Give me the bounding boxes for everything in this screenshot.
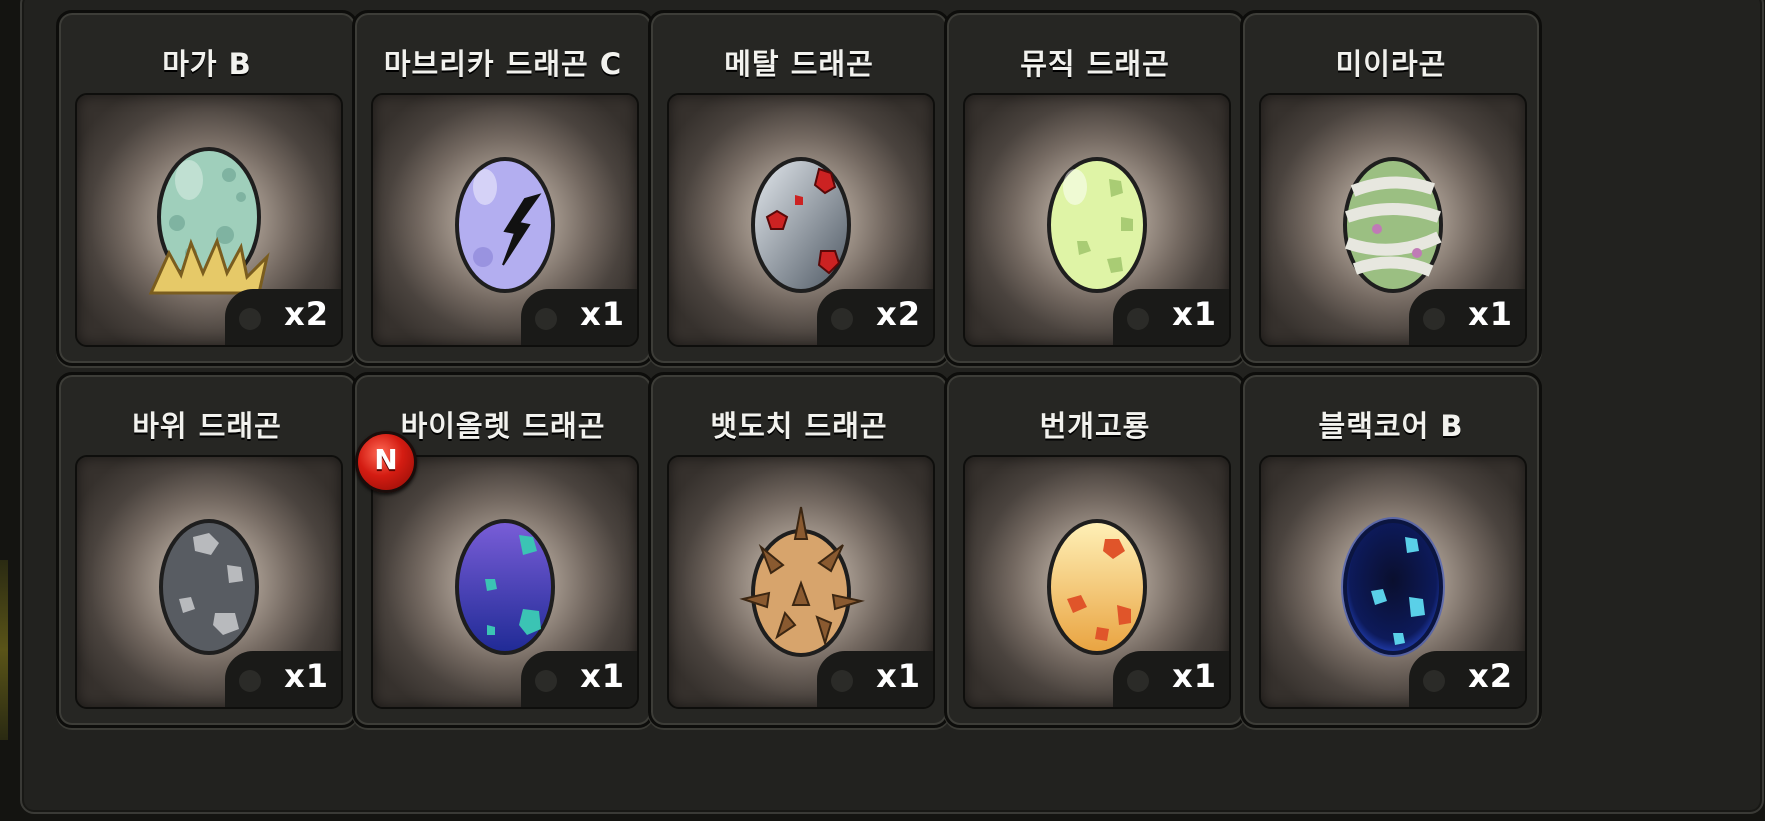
egg-card[interactable]: 메탈 드래곤 x2: [648, 10, 950, 366]
egg-slot: x1: [1259, 93, 1527, 347]
music-egg-icon: [1047, 157, 1147, 293]
quantity-badge: x1: [1113, 289, 1229, 345]
spiky-egg-icon: [739, 506, 865, 657]
egg-name: 미이라곤: [1335, 47, 1447, 81]
egg-card[interactable]: 뮤직 드래곤 x1: [944, 10, 1246, 366]
egg-name: 번개고룡: [1039, 409, 1151, 443]
egg-name: 뱃도치 드래곤: [710, 409, 888, 443]
egg-slot: x2: [667, 93, 935, 347]
egg-slot: x1: [371, 455, 639, 709]
egg-card[interactable]: 바이올렛 드래곤 N x1: [352, 372, 654, 728]
egg-slot: x2: [75, 93, 343, 347]
quantity-badge: x2: [225, 289, 341, 345]
egg-card[interactable]: 뱃도치 드래곤 x1: [648, 372, 950, 728]
grass-nest-egg-icon: [148, 147, 270, 295]
egg-slot: x1: [371, 93, 639, 347]
egg-name: 블랙코어 B: [1318, 409, 1464, 443]
quantity-badge: x1: [521, 289, 637, 345]
violet-egg-icon: [455, 519, 555, 655]
quantity-badge: x2: [1409, 651, 1525, 707]
egg-name: 마브리카 드래곤 C: [383, 47, 623, 81]
egg-card[interactable]: 번개고룡 x1: [944, 372, 1246, 728]
egg-name: 바위 드래곤: [132, 409, 282, 443]
cracked-egg-icon: [455, 157, 555, 293]
egg-card[interactable]: 블랙코어 B x2: [1240, 372, 1542, 728]
lightning-egg-icon: [1047, 519, 1147, 655]
side-edge-decoration: [0, 560, 8, 740]
egg-name: 메탈 드래곤: [724, 47, 874, 81]
quantity-text: x1: [580, 657, 625, 695]
quantity-text: x2: [876, 295, 921, 333]
egg-name: 마가 B: [162, 47, 252, 81]
quantity-text: x1: [1172, 295, 1217, 333]
rock-egg-icon: [159, 519, 259, 655]
blackcore-egg-icon: [1341, 517, 1445, 657]
egg-slot: x1: [75, 455, 343, 709]
egg-slot: x1: [667, 455, 935, 709]
quantity-badge: x1: [817, 651, 933, 707]
mummy-egg-icon: [1343, 157, 1443, 293]
quantity-text: x1: [284, 657, 329, 695]
quantity-text: x1: [1468, 295, 1513, 333]
quantity-text: x1: [876, 657, 921, 695]
metal-egg-icon: [751, 157, 851, 293]
egg-card[interactable]: 마가 B x2: [56, 10, 358, 366]
quantity-text: x1: [580, 295, 625, 333]
egg-slot: x2: [1259, 455, 1527, 709]
quantity-text: x1: [1172, 657, 1217, 695]
egg-card[interactable]: 바위 드래곤 x1: [56, 372, 358, 728]
quantity-badge: x1: [521, 651, 637, 707]
egg-slot: x1: [963, 93, 1231, 347]
egg-slot: x1: [963, 455, 1231, 709]
quantity-badge: x2: [817, 289, 933, 345]
quantity-badge: x1: [1409, 289, 1525, 345]
egg-card[interactable]: 마브리카 드래곤 C x1: [352, 10, 654, 366]
quantity-text: x2: [1468, 657, 1513, 695]
egg-card[interactable]: 미이라곤 x1: [1240, 10, 1542, 366]
quantity-badge: x1: [225, 651, 341, 707]
quantity-text: x2: [284, 295, 329, 333]
new-item-badge: N: [355, 431, 417, 493]
egg-name: 뮤직 드래곤: [1020, 47, 1170, 81]
quantity-badge: x1: [1113, 651, 1229, 707]
